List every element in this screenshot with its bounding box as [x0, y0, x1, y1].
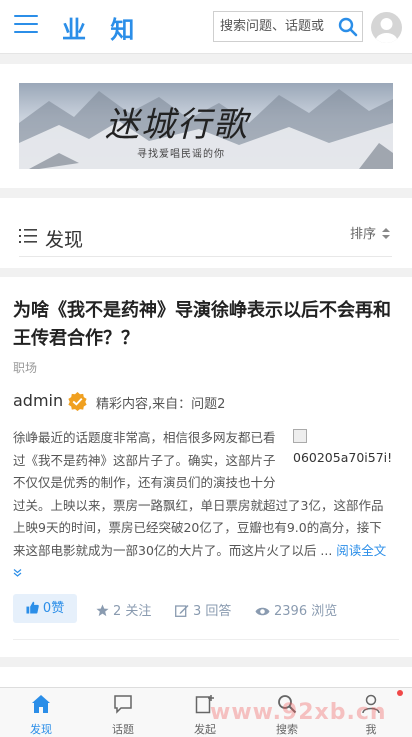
author-name[interactable]: admin	[13, 391, 63, 410]
nav-label: 话题	[112, 723, 134, 736]
sort-label: 排序	[350, 227, 377, 242]
site-logo[interactable]: 业 知	[62, 10, 142, 45]
edit-icon	[175, 605, 189, 617]
section-title: 发现	[45, 229, 84, 251]
like-count: 0赞	[42, 601, 65, 616]
article-meta: admin 精彩内容,来自：问题2	[13, 391, 403, 415]
follow-button[interactable]: 2 关注	[96, 600, 151, 619]
home-icon	[32, 695, 50, 713]
menu-icon[interactable]	[14, 15, 38, 35]
next-article-card	[0, 667, 412, 687]
broken-image-icon	[293, 429, 307, 443]
search-icon[interactable]	[338, 17, 358, 37]
thumbnail-alt-text: 060205a70i57i!	[293, 450, 393, 465]
article-actions: 0赞 2 关注 3 回答 2396 浏览	[13, 594, 403, 624]
verified-badge-icon	[68, 392, 87, 411]
search-input[interactable]	[214, 12, 338, 41]
banner-title: 迷城行歌	[105, 105, 249, 145]
nav-discover[interactable]: 发现	[0, 688, 82, 737]
thumbs-up-icon	[26, 601, 39, 614]
section-header: 发现 排序	[0, 198, 412, 268]
read-more-label: 阅读全文	[336, 542, 387, 558]
nav-label: 发现	[30, 723, 52, 736]
answers-button[interactable]: 3 回答	[175, 600, 231, 619]
list-icon	[19, 229, 37, 243]
avatar[interactable]	[371, 12, 402, 43]
article-card: 为啥《我不是药神》导演徐峥表示以后不会再和王传君合作？？ 职场 admin 精彩…	[0, 277, 412, 657]
divider	[13, 639, 399, 640]
article-category[interactable]: 职场	[13, 359, 37, 376]
banner-card: 迷城行歌 寻找爱唱民谣的你	[0, 64, 412, 188]
chat-icon	[114, 695, 132, 714]
notification-dot	[397, 690, 403, 696]
search-box	[213, 11, 363, 42]
banner-subtitle: 寻找爱唱民谣的你	[137, 149, 225, 160]
watermark: www.92xb.cn	[210, 700, 387, 725]
sort-arrows-icon	[382, 228, 391, 239]
chevron-down-icon	[13, 569, 22, 577]
article-excerpt: 060205a70i57i! 徐峥最近的话题度非常高，相信很多网友都已看过《我不…	[13, 427, 393, 585]
views-stat: 2396 浏览	[255, 600, 337, 619]
divider	[19, 256, 392, 257]
eye-icon	[255, 607, 270, 616]
top-bar: 业 知	[0, 0, 412, 54]
follow-count: 2 关注	[113, 604, 152, 619]
article-thumbnail[interactable]: 060205a70i57i!	[293, 429, 393, 471]
answer-count: 3 回答	[193, 604, 232, 619]
nav-topics[interactable]: 话题	[82, 688, 164, 737]
banner-image[interactable]: 迷城行歌 寻找爱唱民谣的你	[19, 83, 393, 169]
view-count: 2396 浏览	[274, 604, 338, 619]
article-title[interactable]: 为啥《我不是药神》导演徐峥表示以后不会再和王传君合作？？	[13, 297, 393, 353]
sort-button[interactable]: 排序	[350, 223, 391, 242]
star-icon	[96, 604, 109, 617]
like-button[interactable]: 0赞	[13, 594, 77, 623]
article-source: 精彩内容,来自：问题2	[96, 397, 226, 412]
